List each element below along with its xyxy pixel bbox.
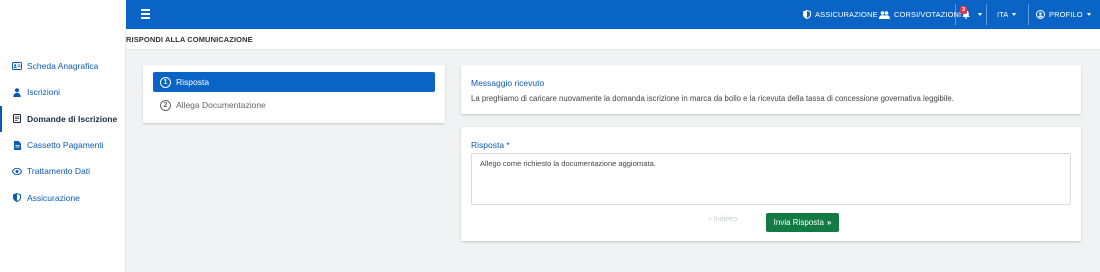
profile-label: PROFILO — [1049, 10, 1083, 19]
user-circle-icon — [1036, 10, 1045, 19]
sidebar-item-label: Domande di Iscrizione — [27, 113, 118, 124]
topbar-divider — [986, 4, 987, 25]
shield-icon — [803, 10, 811, 19]
sidebar-item-label: Trattamento Dati — [27, 166, 90, 177]
language-label: ITA — [997, 10, 1009, 19]
chevron-down-icon — [1086, 13, 1091, 16]
profile-menu[interactable]: PROFILO — [1036, 0, 1091, 29]
message-body: La preghiamo di caricare nuovamente la d… — [471, 94, 954, 103]
sidebar-nav: Scheda Anagrafica Iscrizioni Domande di … — [0, 53, 125, 211]
step-number: 1 — [160, 76, 171, 88]
answer-label: Risposta * — [471, 140, 510, 150]
notification-count-badge: 3 — [960, 6, 968, 14]
courses-link[interactable]: CORSI/VOTAZIONI — [879, 0, 961, 29]
eye-icon — [12, 166, 22, 176]
sidebar-item-cassetto-pagamenti[interactable]: Cassetto Pagamenti — [0, 132, 125, 158]
notifications-button[interactable] — [962, 0, 982, 29]
back-button[interactable]: « Indietro — [708, 216, 737, 223]
sidebar-item-label: Iscrizioni — [27, 87, 61, 98]
sidebar-item-scheda-anagrafica[interactable]: Scheda Anagrafica — [0, 53, 125, 79]
hamburger-menu-icon[interactable] — [141, 9, 150, 19]
step-risposta[interactable]: 1 Risposta — [153, 72, 435, 92]
top-navbar: ASSICURAZIONE CORSI/VOTAZIONI ITA PROFIL… — [126, 0, 1100, 29]
sidebar-item-iscrizioni[interactable]: Iscrizioni — [0, 79, 125, 105]
shield-icon — [12, 193, 22, 203]
message-title: Messaggio ricevuto — [471, 78, 545, 88]
double-chevron-right-icon: » — [826, 218, 832, 227]
step-number: 2 — [160, 99, 171, 111]
sidebar: Scheda Anagrafica Iscrizioni Domande di … — [0, 29, 126, 272]
step-allega-documentazione[interactable]: 2 Allega Documentazione — [153, 95, 435, 115]
sidebar-item-label: Cassetto Pagamenti — [27, 140, 104, 151]
steps-panel: 1 Risposta 2 Allega Documentazione — [143, 65, 445, 123]
received-message-card: Messaggio ricevuto La preghiamo di caric… — [461, 65, 1081, 114]
sidebar-item-trattamento-dati[interactable]: Trattamento Dati — [0, 158, 125, 184]
insurance-label: ASSICURAZIONE — [815, 10, 878, 19]
sidebar-item-label: Scheda Anagrafica — [27, 61, 99, 72]
chevron-down-icon — [1012, 13, 1017, 16]
topbar-divider — [1028, 4, 1029, 25]
page-header: RISPONDI ALLA COMUNICAZIONE — [126, 29, 1100, 50]
courses-label: CORSI/VOTAZIONI — [894, 10, 962, 19]
sidebar-header — [0, 0, 126, 29]
sidebar-item-domande-di-iscrizione[interactable]: Domande di Iscrizione — [0, 105, 125, 132]
file-icon — [12, 140, 22, 150]
id-card-icon — [12, 61, 22, 71]
sidebar-item-label: Assicurazione — [27, 192, 80, 203]
step-label: Allega Documentazione — [176, 100, 266, 110]
document-icon — [12, 114, 22, 124]
send-answer-button[interactable]: Invia Risposta » — [766, 213, 839, 232]
sidebar-item-assicurazione[interactable]: Assicurazione — [0, 184, 125, 210]
users-icon — [879, 10, 890, 19]
chevron-down-icon — [978, 13, 982, 16]
send-answer-label: Invia Risposta — [773, 218, 824, 227]
insurance-link[interactable]: ASSICURAZIONE — [803, 0, 878, 29]
user-icon — [12, 87, 22, 97]
language-selector[interactable]: ITA — [997, 0, 1017, 29]
answer-card: Risposta * Allego come richiesto la docu… — [461, 127, 1081, 241]
step-label: Risposta — [176, 77, 210, 87]
page-title: RISPONDI ALLA COMUNICAZIONE — [126, 35, 253, 44]
topbar-divider — [955, 4, 956, 25]
answer-textarea[interactable]: Allego come richiesto la documentazione … — [471, 153, 1071, 205]
